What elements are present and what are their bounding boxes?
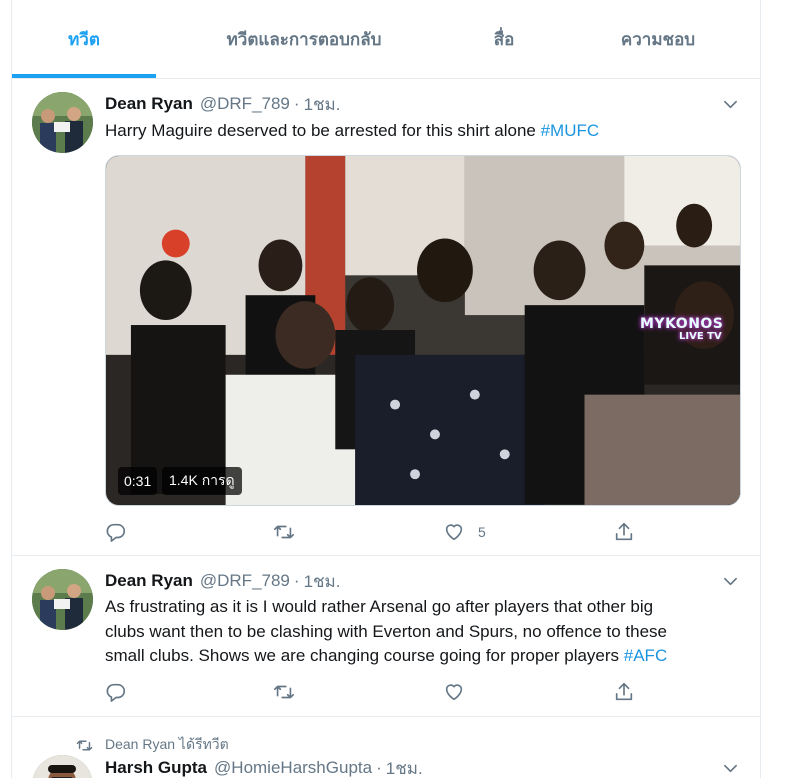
tweet-header: Dean Ryan @DRF_789 · 1ชม. (105, 92, 340, 116)
share-icon (615, 682, 633, 701)
share-button[interactable] (613, 519, 635, 545)
tweet-actions: 5 (105, 519, 735, 545)
author-handle[interactable]: @DRF_789 (200, 94, 290, 114)
video-duration: 0:31 (118, 467, 158, 495)
video-watermark-sub: LIVE TV (679, 331, 722, 342)
avatar-image (32, 755, 93, 778)
tweet-text-line: As frustrating as it is I would rather A… (105, 597, 654, 616)
tweet[interactable]: Dean Ryan @DRF_789 · 1ชม. Harry Maguire … (12, 79, 760, 556)
author-handle[interactable]: @DRF_789 (200, 571, 290, 591)
author-name[interactable]: Dean Ryan (105, 571, 193, 591)
retweet-icon (76, 740, 93, 750)
separator-dot: · (293, 571, 300, 590)
author-name[interactable]: Harsh Gupta (105, 758, 207, 778)
tweet-menu-button[interactable] (720, 94, 740, 114)
retweet-icon (274, 685, 294, 699)
tweet-header: Dean Ryan @DRF_789 · 1ชม. (105, 569, 340, 593)
separator-dot: · (293, 94, 300, 113)
tweet-time[interactable]: 1ชม. (386, 755, 423, 778)
like-icon (445, 684, 463, 701)
tweet-menu-button[interactable] (720, 571, 740, 591)
author-name[interactable]: Dean Ryan (105, 94, 193, 114)
tweet-text: As frustrating as it is I would rather A… (105, 595, 735, 669)
tweet[interactable]: Dean Ryan ได้รีทวีต Harsh Gupta @HomieHa… (12, 717, 760, 778)
avatar-image (32, 569, 93, 630)
hashtag-link[interactable]: #MUFC (541, 121, 600, 140)
caret-down-icon (723, 100, 737, 108)
tweet-text-line: small clubs. Shows we are changing cours… (105, 644, 735, 669)
tweet[interactable]: Dean Ryan @DRF_789 · 1ชม. As frustrating… (12, 556, 760, 717)
share-button[interactable] (613, 679, 635, 705)
avatar[interactable] (32, 569, 93, 630)
retweet-button[interactable] (273, 679, 295, 705)
caret-down-icon (723, 764, 737, 772)
tweet-actions (105, 679, 735, 705)
tweet-menu-button[interactable] (720, 758, 740, 778)
separator-dot: · (376, 758, 382, 777)
reply-icon (106, 683, 126, 702)
like-count: 5 (478, 524, 486, 540)
tab-tweets-and-replies[interactable]: ทวีตและการตอบกลับ (156, 0, 452, 78)
author-handle[interactable]: @HomieHarshGupta (214, 758, 372, 778)
tweet-body: small clubs. Shows we are changing cours… (105, 646, 624, 665)
video-player[interactable]: MYKONOS LIVE TV 0:31 1.4K การดู (105, 155, 741, 506)
tweet-text: Harry Maguire deserved to be arrested fo… (105, 119, 735, 144)
avatar[interactable] (32, 92, 93, 153)
reply-button[interactable] (105, 679, 127, 705)
retweet-icon (274, 525, 294, 539)
retweet-context[interactable]: Dean Ryan ได้รีทวีต (76, 734, 229, 756)
tab-label: ทวีตและการตอบกลับ (226, 29, 382, 49)
tab-likes[interactable]: ความชอบ (556, 0, 760, 78)
tweet-time[interactable]: 1ชม. (304, 568, 341, 595)
like-icon (445, 524, 463, 541)
avatar-image (32, 92, 93, 153)
tab-tweets[interactable]: ทวีต (12, 0, 156, 78)
video-view-count: 1.4K การดู (162, 467, 242, 495)
active-tab-indicator (12, 74, 156, 78)
tweet-text-line: clubs want then to be clashing with Ever… (105, 621, 667, 641)
tab-label: สื่อ (493, 29, 515, 49)
like-button[interactable] (443, 679, 465, 705)
tweet-header: Harsh Gupta @HomieHarshGupta · 1ชม. (105, 756, 423, 778)
reply-icon (106, 523, 126, 542)
tweet-body: Harry Maguire deserved to be arrested fo… (105, 121, 541, 140)
avatar[interactable] (32, 755, 93, 778)
share-icon (615, 522, 633, 541)
retweet-context-label: Dean Ryan ได้รีทวีต (105, 736, 229, 752)
tab-label: ความชอบ (620, 29, 696, 49)
caret-down-icon (723, 577, 737, 585)
video-watermark: MYKONOS (640, 316, 724, 332)
tab-label: ทวีต (68, 29, 100, 49)
profile-timeline: ทวีต ทวีตและการตอบกลับ สื่อ ความชอบ Dean… (11, 0, 761, 778)
tweet-time[interactable]: 1ชม. (304, 91, 341, 118)
hashtag-link[interactable]: #AFC (624, 646, 667, 665)
reply-button[interactable] (105, 519, 127, 545)
profile-tabs: ทวีต ทวีตและการตอบกลับ สื่อ ความชอบ (12, 0, 760, 79)
retweet-button[interactable] (273, 519, 295, 545)
tab-media[interactable]: สื่อ (452, 0, 556, 78)
like-button[interactable]: 5 (443, 519, 486, 545)
